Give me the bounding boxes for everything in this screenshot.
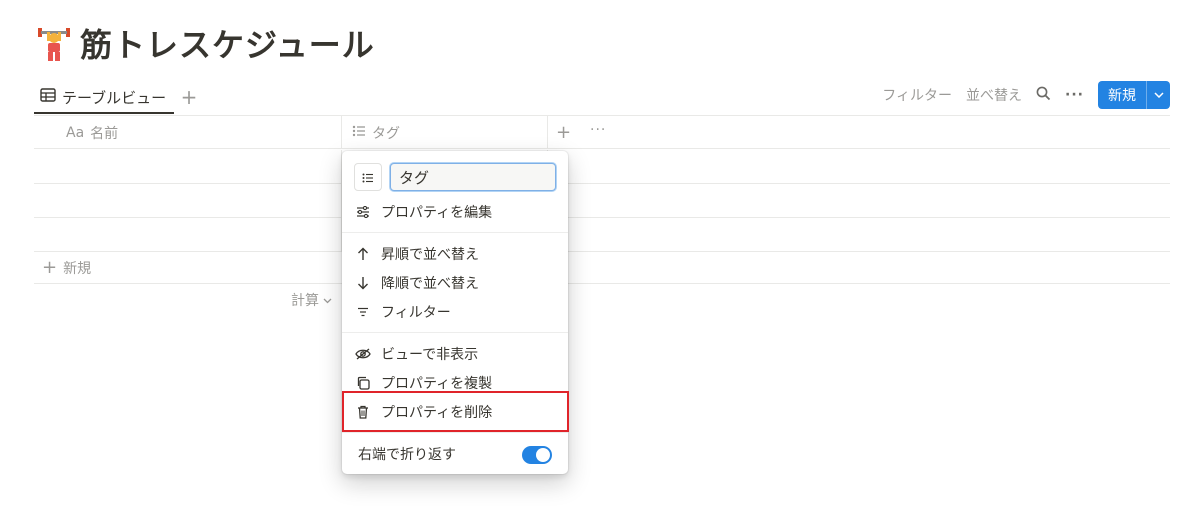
wrap-text-row[interactable]: 右端で折り返す <box>342 439 568 469</box>
column-header-name-label: 名前 <box>90 125 119 142</box>
table-header: Aa 名前 タグ + ··· <box>34 116 1170 149</box>
menu-item-sort-ascending[interactable]: 昇順で並べ替え <box>342 240 568 268</box>
menu-item-hide-in-view[interactable]: ビューで非表示 <box>342 340 568 368</box>
menu-divider <box>342 232 568 233</box>
table-row[interactable] <box>34 184 1170 218</box>
annotation-highlight-box <box>342 391 569 432</box>
table-row[interactable] <box>34 150 1170 184</box>
property-type-button[interactable] <box>354 163 382 191</box>
wrap-text-toggle[interactable] <box>522 446 552 464</box>
column-header-tag-label: タグ <box>372 125 400 142</box>
add-view-icon[interactable]: + <box>178 85 200 109</box>
toggle-knob <box>536 448 550 462</box>
filter-icon <box>355 304 371 320</box>
arrow-up-icon <box>355 246 371 262</box>
menu-item-label: フィルター <box>381 305 451 321</box>
column-header-name[interactable]: Aa 名前 <box>34 116 342 149</box>
tab-table-view-label: テーブルビュー <box>62 88 167 107</box>
menu-item-label: ビューで非表示 <box>381 347 479 363</box>
calculate-button[interactable]: 計算 <box>291 290 332 310</box>
chevron-down-icon <box>323 292 332 308</box>
column-header-tag[interactable]: タグ <box>342 116 548 149</box>
page-title: 筋トレスケジュール <box>34 20 375 66</box>
menu-divider <box>342 332 568 333</box>
more-options-icon[interactable]: ··· <box>1065 87 1084 103</box>
multi-select-list-icon <box>362 168 374 187</box>
new-button-group: 新規 <box>1098 81 1170 109</box>
duplicate-icon <box>355 375 371 391</box>
calculate-label: 計算 <box>291 293 319 309</box>
table-icon <box>40 88 56 106</box>
view-bar: テーブルビュー + フィルター 並べ替え ··· 新規 <box>34 80 1170 114</box>
menu-item-label: プロパティを複製 <box>381 376 493 392</box>
view-actions: フィルター 並べ替え ··· 新規 <box>882 80 1170 110</box>
eye-slash-icon <box>355 346 371 362</box>
new-dropdown-chevron-icon[interactable] <box>1146 81 1170 109</box>
menu-item-label: 降順で並べ替え <box>381 276 479 292</box>
add-row-label: 新規 <box>63 260 92 277</box>
menu-item-filter[interactable]: フィルター <box>342 298 568 326</box>
cell-name[interactable] <box>34 150 342 183</box>
table-row[interactable] <box>34 218 1170 252</box>
cell-name[interactable] <box>34 218 342 251</box>
page-title-text[interactable]: 筋トレスケジュール <box>80 20 375 66</box>
arrow-down-icon <box>355 275 371 291</box>
weight-lifter-icon[interactable] <box>34 23 74 63</box>
menu-divider <box>342 432 568 433</box>
wrap-text-label: 右端で折り返す <box>358 447 456 463</box>
menu-item-label: プロパティを編集 <box>381 205 493 221</box>
cell-name[interactable] <box>34 184 342 217</box>
property-name-row <box>354 163 556 191</box>
search-icon[interactable] <box>1036 86 1051 105</box>
filter-button[interactable]: フィルター <box>882 85 952 105</box>
menu-item-label: 昇順で並べ替え <box>381 247 479 263</box>
active-tab-underline <box>34 112 174 114</box>
text-type-icon: Aa <box>66 124 85 141</box>
new-button[interactable]: 新規 <box>1098 81 1146 109</box>
menu-item-sort-descending[interactable]: 降順で並べ替え <box>342 269 568 297</box>
plus-icon: + <box>42 257 58 278</box>
multi-select-list-icon <box>352 125 366 141</box>
tab-table-view[interactable]: テーブルビュー <box>34 80 172 114</box>
property-name-input[interactable] <box>390 163 556 191</box>
menu-item-edit-property[interactable]: プロパティを編集 <box>342 198 568 226</box>
sliders-icon <box>355 204 371 220</box>
sort-button[interactable]: 並べ替え <box>966 85 1022 105</box>
add-row-button[interactable]: + 新規 <box>34 252 1170 284</box>
column-more-icon[interactable]: ··· <box>590 122 606 138</box>
add-property-icon[interactable]: + <box>556 122 571 143</box>
